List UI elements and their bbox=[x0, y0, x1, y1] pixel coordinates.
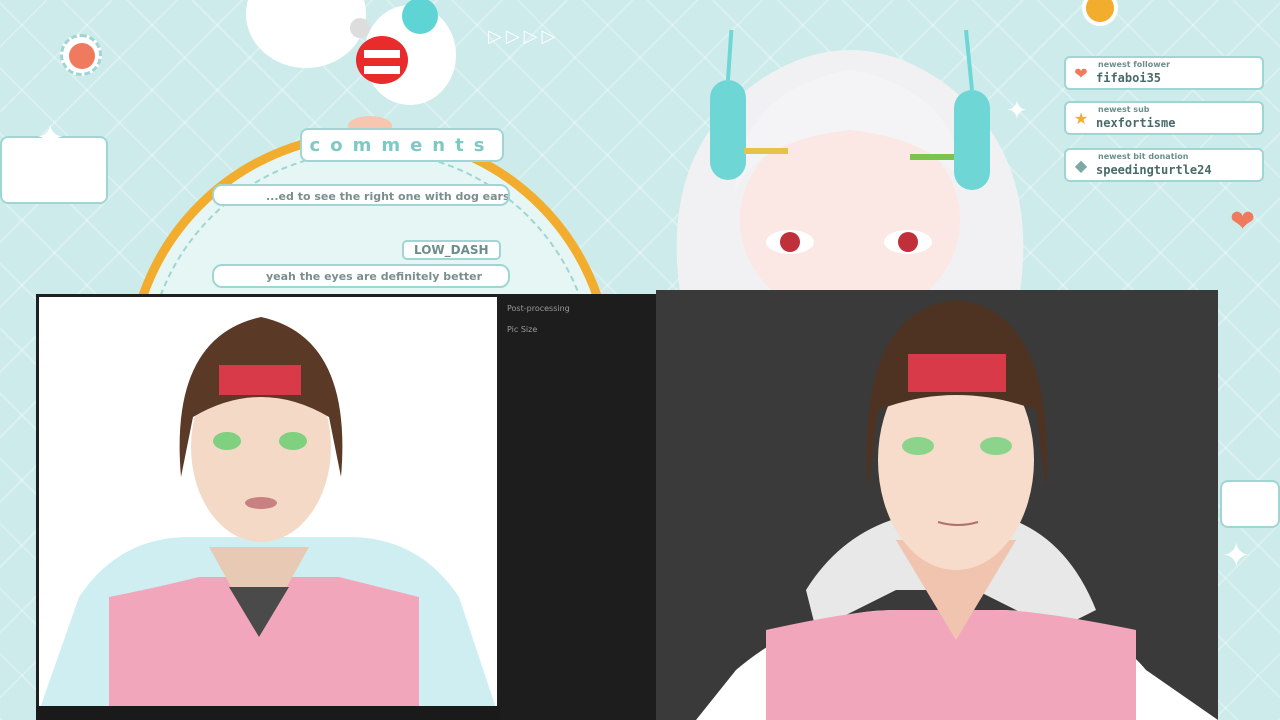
mascot-character-decoration bbox=[348, 0, 456, 136]
sparkle-icon: ✦ bbox=[1222, 536, 1251, 576]
comment-item: yeah the eyes are definitely better bbox=[212, 264, 510, 288]
comment-author-text: LOW_DASH bbox=[414, 243, 489, 257]
window-bottom-bar bbox=[36, 706, 500, 720]
heart-icon: ❤ bbox=[1074, 64, 1088, 83]
gem-icon: ◆ bbox=[1074, 156, 1088, 175]
comment-author: LOW_DASH bbox=[402, 240, 501, 260]
alert-label: newest bit donation bbox=[1098, 152, 1189, 161]
alert-value: nexfortisme bbox=[1096, 116, 1176, 130]
right-note-box bbox=[1220, 480, 1280, 528]
orange-dot-decoration-inner bbox=[69, 43, 95, 69]
vtuber-avatar bbox=[676, 30, 1024, 292]
comment-text: ...ed to see the right one with dog ears bbox=[266, 190, 510, 203]
avatar-render-right bbox=[696, 300, 1218, 720]
post-processing-label[interactable]: Post-processing bbox=[507, 304, 570, 313]
settings-panel: Post-processing Pic Size bbox=[500, 294, 656, 720]
right-avatar-preview bbox=[656, 290, 1218, 720]
comment-item: ...ed to see the right one with dog ears bbox=[212, 184, 510, 206]
star-icon: ★ bbox=[1073, 109, 1089, 128]
play-arrows-decoration: ▷▷▷▷ bbox=[488, 26, 560, 47]
comments-title-text: comments bbox=[309, 134, 495, 156]
alert-label: newest follower bbox=[1098, 60, 1171, 69]
sparkle-icon: ✦ bbox=[36, 118, 65, 158]
alert-newest-follower: ❤ newest follower fifaboi35 bbox=[1064, 56, 1264, 90]
alert-label: newest sub bbox=[1098, 105, 1150, 114]
avatar-render-left bbox=[39, 317, 497, 711]
heart-icon: ❤ bbox=[1230, 204, 1256, 239]
alert-value: fifaboi35 bbox=[1096, 71, 1162, 85]
alert-newest-sub: ★ newest sub nexfortisme bbox=[1064, 101, 1264, 135]
left-avatar-preview bbox=[36, 294, 500, 714]
alert-newest-bit-donation: ◆ newest bit donation speedingturtle24 bbox=[1064, 148, 1264, 182]
comments-title: comments bbox=[300, 128, 504, 162]
alert-value: speedingturtle24 bbox=[1096, 163, 1212, 177]
comment-text: yeah the eyes are definitely better bbox=[266, 270, 483, 283]
pic-size-label[interactable]: Pic Size bbox=[507, 325, 537, 334]
